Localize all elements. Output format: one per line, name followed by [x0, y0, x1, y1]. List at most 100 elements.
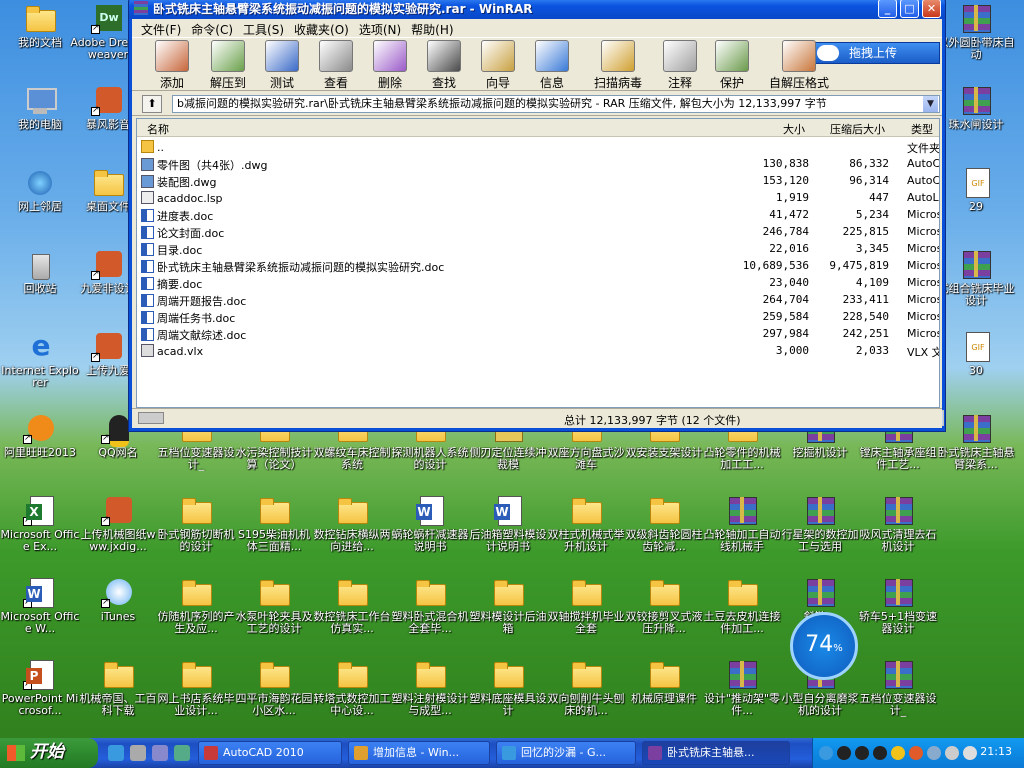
d-right-3[interactable]: 式组合铣床毕业设计: [936, 248, 1016, 307]
toolbar-wizard-button[interactable]: 向导: [472, 40, 524, 91]
taskbar-button[interactable]: AutoCAD 2010: [198, 741, 342, 765]
d-shuangzhu[interactable]: 双柱式机械式举升机设计: [546, 494, 626, 553]
speed-meter-widget[interactable]: 74%: [790, 612, 858, 680]
toolbar-protect-button[interactable]: 保护: [706, 40, 758, 91]
d-shuibeng[interactable]: 水泵叶轮夹具及工艺的设计: [234, 576, 314, 635]
quicklaunch-app-icon[interactable]: [174, 745, 190, 761]
quicklaunch-desktop-icon[interactable]: [152, 745, 168, 761]
d-sheji-tuidong[interactable]: 设计"推动架"零件...: [702, 658, 782, 717]
d-shuangjiao[interactable]: 双铰接剪叉式液压升降...: [624, 576, 704, 635]
d-right-2[interactable]: 珠水闸设计: [936, 84, 1016, 131]
d-jxdig[interactable]: 上传机械图纸www.jxdig...: [78, 494, 158, 553]
minimize-button[interactable]: _: [878, 0, 897, 18]
desktop-icon-label: 探测机器人系统的设计: [391, 447, 469, 471]
tray-app-icon[interactable]: [891, 746, 905, 760]
file-row[interactable]: 进度表.doc 41,472 5,234 Microsoft: [137, 206, 939, 223]
d-shukong[interactable]: 数控钻床横纵两向进给...: [312, 494, 392, 553]
file-row[interactable]: 目录.doc 22,016 3,345 Microsoft: [137, 240, 939, 257]
column-packed[interactable]: 压缩后大小: [830, 121, 885, 137]
d-jixie-diguo[interactable]: 机械帝国、工百科下载: [78, 658, 158, 717]
d-woshi-right[interactable]: 卧式铣床主轴悬臂梁系...: [936, 412, 1016, 471]
tray-qq2-icon[interactable]: [855, 746, 869, 760]
d-siping[interactable]: 四平市海韵花园小区水...: [234, 658, 314, 717]
column-name[interactable]: 名称: [147, 121, 169, 137]
toolbar-virus-scan-button[interactable]: 扫描病毒: [592, 40, 644, 91]
d-tulunzhou[interactable]: 凸轮轴加工自动线机械手: [702, 494, 782, 553]
toolbar-add-button[interactable]: 添加: [146, 40, 198, 91]
powerpoint-icon[interactable]: PowerPoint Microsof...: [0, 658, 80, 717]
d-suliaodi[interactable]: 塑料底座模具设计: [468, 658, 548, 717]
taskbar-button[interactable]: 增加信息 - Win...: [348, 741, 490, 765]
winrar-window[interactable]: 卧式铣床主轴悬臂梁系统振动减振问题的模拟实验研究.rar - WinRAR _ …: [128, 0, 946, 432]
file-row[interactable]: .. 文件夹: [137, 138, 939, 155]
close-button[interactable]: ✕: [922, 0, 941, 18]
file-row[interactable]: 论文封面.doc 246,784 225,815 Microsoft: [137, 223, 939, 240]
column-size[interactable]: 大小: [783, 121, 805, 137]
word-icon[interactable]: Microsoft Office W...: [0, 576, 80, 635]
start-button[interactable]: 开始: [0, 738, 98, 768]
d-zhuanta[interactable]: 转塔式数控加工中心设...: [312, 658, 392, 717]
column-type[interactable]: 类型: [911, 121, 933, 137]
d-suliaozhu[interactable]: 塑料注射模设计与成型...: [390, 658, 470, 717]
toolbar-info-button[interactable]: 信息: [526, 40, 578, 91]
d-shuangji[interactable]: 双级斜齿轮圆柱齿轮减...: [624, 494, 704, 553]
path-field[interactable]: b减振问题的模拟实验研究.rar\卧式铣床主轴悬臂梁系统振动减振问题的模拟实验研…: [172, 95, 940, 113]
desktop-icon-label: 机械原理课件: [631, 693, 697, 705]
d-xifeng[interactable]: 吸风式清理去石机设计: [858, 494, 938, 553]
d-suliaomo[interactable]: 塑料模设计后油箱: [468, 576, 548, 635]
d-hangxing[interactable]: 行星架的数控加工与选用: [780, 494, 860, 553]
d-jiaoche[interactable]: 轿车5+1档变速器设计: [858, 576, 938, 635]
title-bar[interactable]: 卧式铣床主轴悬臂梁系统振动减振问题的模拟实验研究.rar - WinRAR _ …: [129, 0, 945, 19]
toolbar-delete-button[interactable]: 删除: [364, 40, 416, 91]
d-shuangzhou[interactable]: 双轴搅拌机毕业全套: [546, 576, 626, 635]
toolbar-extract-button[interactable]: 解压到: [202, 40, 254, 91]
maximize-button[interactable]: □: [900, 0, 919, 18]
excel-icon[interactable]: Microsoft Office Ex...: [0, 494, 80, 553]
d-shuangxiang[interactable]: 双向刨削牛头刨床的机...: [546, 658, 626, 717]
d-right-1[interactable]: 以外圆卧带床自动: [936, 2, 1016, 61]
file-list[interactable]: 名称 大小 压缩后大小 类型 .. 文件夹 零件图（共4张）.dwg 130,838 8…: [136, 118, 940, 408]
d-houyou[interactable]: 后油箱塑料模设计说明书: [468, 494, 548, 553]
file-row[interactable]: 卧式铣床主轴悬臂梁系统振动减振问题的模拟实验研究.doc 10,689,536 9,…: [137, 257, 939, 274]
taskbar-button[interactable]: 回忆的沙漏 - G...: [496, 741, 636, 765]
file-row[interactable]: acaddoc.lsp 1,919 447 AutoLISP: [137, 189, 939, 206]
d-tudou[interactable]: 土豆去皮机连接件加工...: [702, 576, 782, 635]
d-wudang[interactable]: 五档位变速器设计_: [858, 658, 938, 717]
tray-ie-icon[interactable]: [819, 746, 833, 760]
tray-qq3-icon[interactable]: [873, 746, 887, 760]
quicklaunch-ie-icon[interactable]: [108, 745, 124, 761]
d-wangshang[interactable]: 网上书店系统毕业设计...: [156, 658, 236, 717]
toolbar-test-button[interactable]: 测试: [256, 40, 308, 91]
tray-network-icon[interactable]: [963, 746, 977, 760]
d-right-gif30[interactable]: 30: [936, 330, 1016, 377]
toolbar-view-button[interactable]: 查看: [310, 40, 362, 91]
d-jixieyuanli[interactable]: 机械原理课件: [624, 658, 704, 705]
file-row[interactable]: 装配图.dwg 153,120 96,314 AutoCAD: [137, 172, 939, 189]
d-woshi-gangjin[interactable]: 卧式钢筋切断机的设计: [156, 494, 236, 553]
aliwangwang-icon[interactable]: 阿里旺旺2013: [0, 412, 80, 459]
d-suliao-woshi[interactable]: 塑料卧式混合机全套毕...: [390, 576, 470, 635]
file-row[interactable]: 零件图（共4张）.dwg 130,838 86,332 AutoCAD: [137, 155, 939, 172]
d-wolun[interactable]: 蜗轮蜗杆减速器说明书: [390, 494, 470, 553]
d-s195[interactable]: S195柴油机机体三面精...: [234, 494, 314, 553]
itunes-icon[interactable]: iTunes: [78, 576, 158, 623]
tray-volume-icon[interactable]: [945, 746, 959, 760]
file-row[interactable]: 周端任务书.doc 259,584 228,540 Microsoft: [137, 308, 939, 325]
path-dropdown-icon[interactable]: ▼: [923, 96, 938, 112]
tray-qq-icon[interactable]: [837, 746, 851, 760]
file-row[interactable]: 周端开题报告.doc 264,704 233,411 Microsoft: [137, 291, 939, 308]
up-folder-button[interactable]: ⬆: [142, 95, 162, 113]
file-row[interactable]: 摘要.doc 23,040 4,109 Microsoft: [137, 274, 939, 291]
quicklaunch-media-icon[interactable]: [130, 745, 146, 761]
taskbar-button[interactable]: 卧式铣床主轴悬...: [642, 741, 790, 765]
d-fangsui[interactable]: 仿随机序列的产生及应...: [156, 576, 236, 635]
tray-shield-icon[interactable]: [927, 746, 941, 760]
file-row[interactable]: 周端文献综述.doc 297,984 242,251 Microsoft: [137, 325, 939, 342]
d-right-gif29[interactable]: 29: [936, 166, 1016, 213]
toolbar-find-button[interactable]: 查找: [418, 40, 470, 91]
file-row[interactable]: acad.vlx 3,000 2,033 VLX 文件: [137, 342, 939, 359]
tray-security-icon[interactable]: [909, 746, 923, 760]
d-shukongxi[interactable]: 数控铣床工作台仿真实...: [312, 576, 392, 635]
toolbar-sfx-button[interactable]: 自解压格式: [764, 40, 834, 91]
toolbar-comment-button[interactable]: 注释: [654, 40, 706, 91]
